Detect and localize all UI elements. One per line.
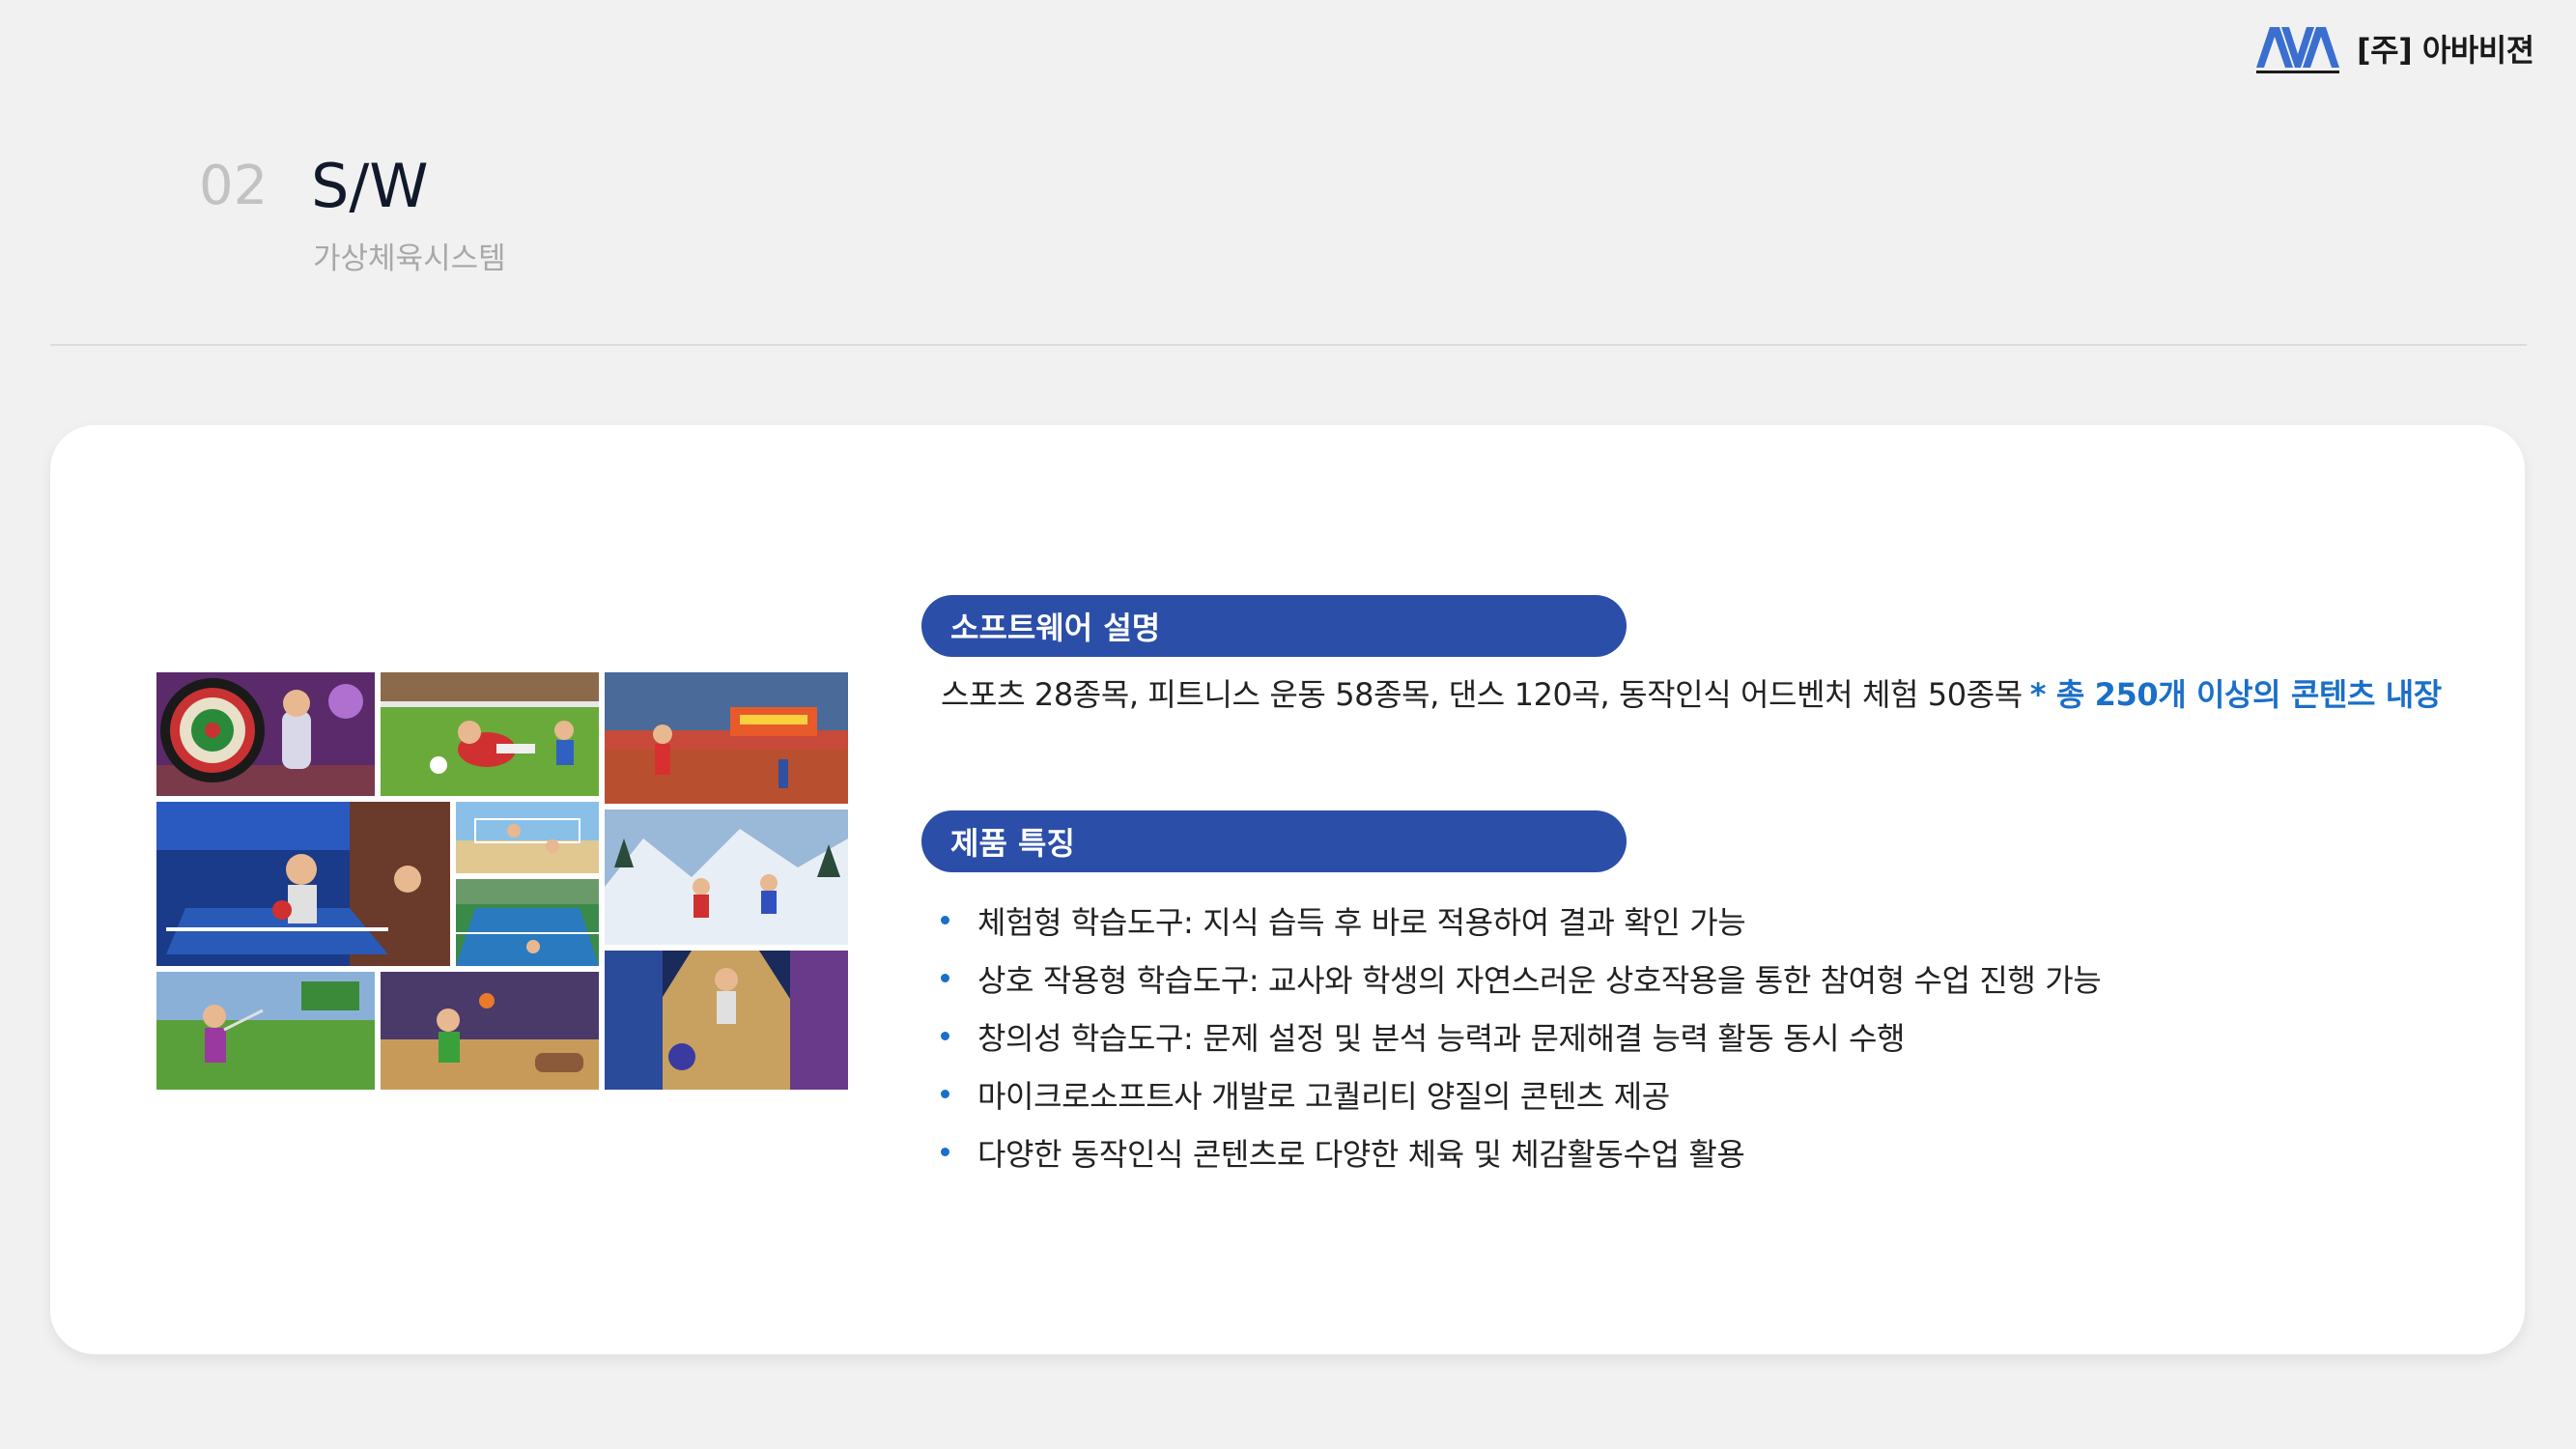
skiing-tile xyxy=(605,810,848,945)
section-number: 02 xyxy=(199,155,269,217)
soccer-tile xyxy=(381,672,599,796)
company-name: [주] 아바비젼 xyxy=(2357,32,2534,69)
bowling-tile xyxy=(605,951,848,1090)
content-count-highlight: * 총 250개 이상의 콘텐츠 내장 xyxy=(2029,676,2442,713)
section-subtitle: 가상체육시스템 xyxy=(313,242,506,276)
basketball-tile xyxy=(381,972,599,1090)
feature-text: 창의성 학습도구: 문제 설정 및 분석 능력과 문제해결 능력 활동 동시 수… xyxy=(977,1020,1906,1057)
darts-tile xyxy=(156,672,375,796)
feature-text: 체험형 학습도구: 지식 습득 후 바로 적용하여 결과 확인 가능 xyxy=(977,904,1746,941)
software-description-heading: 소프트웨어 설명 xyxy=(921,595,1627,657)
company-logo: [주] 아바비젼 xyxy=(2256,21,2534,75)
section-title: S/W xyxy=(311,151,429,221)
feature-item: 마이크로소프트사 개발로 고퀄리티 양질의 콘텐츠 제공 xyxy=(941,1072,2101,1130)
game-screenshot-mosaic xyxy=(156,672,848,1090)
feature-item: 다양한 동작인식 콘텐츠로 다양한 체육 및 체감활동수업 활용 xyxy=(941,1130,2101,1188)
bullet-dot-icon xyxy=(941,916,949,924)
tennis-tile xyxy=(456,879,599,966)
ava-logo-mark xyxy=(2256,27,2339,73)
feature-text: 다양한 동작인식 콘텐츠로 다양한 체육 및 체감활동수업 활용 xyxy=(977,1136,1745,1173)
track-tile xyxy=(605,672,848,804)
bullet-dot-icon xyxy=(941,1090,949,1098)
golf-tile xyxy=(156,972,375,1090)
feature-list: 체험형 학습도구: 지식 습득 후 바로 적용하여 결과 확인 가능 상호 작용… xyxy=(941,898,2102,1188)
bullet-dot-icon xyxy=(941,1148,949,1156)
software-description-text: 스포츠 28종목, 피트니스 운동 58종목, 댄스 120곡, 동작인식 어드… xyxy=(941,676,2023,713)
feature-item: 체험형 학습도구: 지식 습득 후 바로 적용하여 결과 확인 가능 xyxy=(941,898,2101,956)
software-description: 스포츠 28종목, 피트니스 운동 58종목, 댄스 120곡, 동작인식 어드… xyxy=(941,670,2442,715)
feature-text: 상호 작용형 학습도구: 교사와 학생의 자연스러운 상호작용을 통한 참여형 … xyxy=(977,962,2102,999)
product-features-heading: 제품 특징 xyxy=(921,810,1627,872)
feature-item: 창의성 학습도구: 문제 설정 및 분석 능력과 문제해결 능력 활동 동시 수… xyxy=(941,1014,2101,1072)
feature-item: 상호 작용형 학습도구: 교사와 학생의 자연스러운 상호작용을 통한 참여형 … xyxy=(941,956,2102,1014)
table-tennis-tile xyxy=(156,802,450,966)
bullet-dot-icon xyxy=(941,974,949,982)
beach-volleyball-tile xyxy=(456,802,599,873)
header-divider xyxy=(50,344,2527,346)
bullet-dot-icon xyxy=(941,1032,949,1040)
feature-text: 마이크로소프트사 개발로 고퀄리티 양질의 콘텐츠 제공 xyxy=(977,1078,1670,1115)
